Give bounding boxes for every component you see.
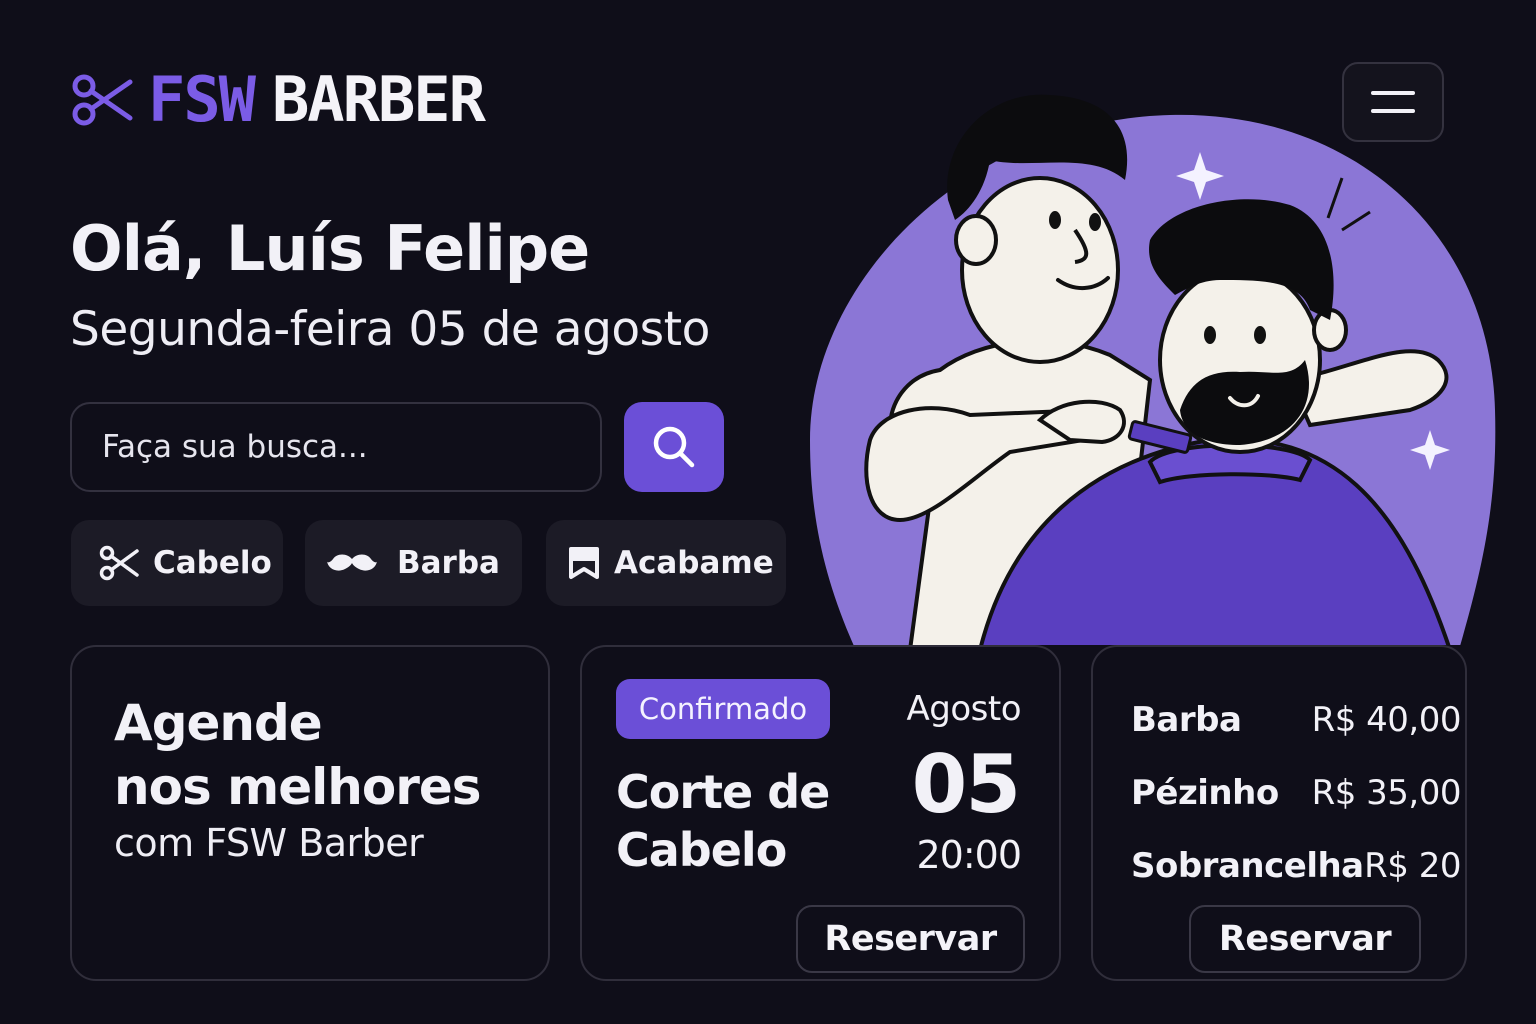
logo-wordmark: FSW BARBER bbox=[148, 63, 486, 136]
booking-service-line: Corte de bbox=[616, 765, 830, 819]
price-row: Barba R$ 40,00 bbox=[1131, 683, 1462, 756]
logo-brand: FSW bbox=[148, 63, 256, 136]
service-name: Sobrancelha bbox=[1131, 845, 1364, 886]
scissors-icon bbox=[99, 545, 139, 581]
status-badge: Confirmado bbox=[616, 679, 830, 739]
hamburger-menu-icon-line bbox=[1371, 109, 1415, 113]
promo-title: Agende nos melhores bbox=[114, 691, 482, 819]
service-price: R$ 35,00 bbox=[1311, 772, 1462, 813]
greeting-date: Segunda-feira 05 de agosto bbox=[70, 302, 710, 357]
service-price: R$ 20 bbox=[1364, 845, 1461, 886]
category-label: Cabelo bbox=[153, 545, 272, 581]
logo[interactable]: FSW BARBER bbox=[70, 63, 486, 136]
scissors-icon bbox=[72, 74, 133, 126]
logo-name: BARBER bbox=[271, 63, 486, 136]
menu-button[interactable] bbox=[1342, 62, 1444, 142]
category-chip-cabelo[interactable]: Cabelo bbox=[71, 520, 283, 606]
service-name: Pézinho bbox=[1131, 772, 1279, 813]
booking-card: Confirmado Corte de Cabelo Agosto 05 20:… bbox=[580, 645, 1061, 981]
reserve-button[interactable]: Reservar bbox=[796, 905, 1025, 973]
mustache-icon bbox=[327, 554, 377, 571]
booking-service: Corte de Cabelo bbox=[616, 763, 830, 879]
category-label: Acabame bbox=[614, 545, 774, 581]
hamburger-menu-icon bbox=[1371, 91, 1415, 95]
reserve-button[interactable]: Reservar bbox=[1189, 905, 1421, 973]
greeting-title: Olá, Luís Felipe bbox=[70, 212, 590, 285]
booking-day: 05 bbox=[911, 738, 1021, 831]
bookmark-icon bbox=[569, 547, 599, 579]
promo-title-line: nos melhores bbox=[114, 758, 482, 816]
price-row: Pézinho R$ 35,00 bbox=[1131, 756, 1462, 829]
price-list: Barba R$ 40,00 Pézinho R$ 35,00 Sobrance… bbox=[1131, 683, 1462, 902]
category-chip-barba[interactable]: Barba bbox=[305, 520, 522, 606]
promo-subtitle: com FSW Barber bbox=[114, 821, 424, 865]
promo-card: Agende nos melhores com FSW Barber bbox=[70, 645, 550, 981]
category-chip-acabamento[interactable]: Acabame bbox=[546, 520, 786, 606]
category-label: Barba bbox=[397, 545, 500, 581]
search-input[interactable] bbox=[70, 402, 602, 492]
price-row: Sobrancelha R$ 20 bbox=[1131, 829, 1461, 902]
barber-illustration bbox=[810, 94, 1496, 645]
booking-time: 20:00 bbox=[916, 833, 1022, 877]
service-price: R$ 40,00 bbox=[1311, 699, 1462, 740]
promo-title-line: Agende bbox=[114, 694, 323, 752]
booking-month: Agosto bbox=[906, 689, 1022, 729]
price-card: Barba R$ 40,00 Pézinho R$ 35,00 Sobrance… bbox=[1091, 645, 1467, 981]
search-button[interactable] bbox=[624, 402, 724, 492]
service-name: Barba bbox=[1131, 699, 1242, 740]
search-icon bbox=[653, 426, 695, 468]
booking-service-line: Cabelo bbox=[616, 823, 787, 877]
